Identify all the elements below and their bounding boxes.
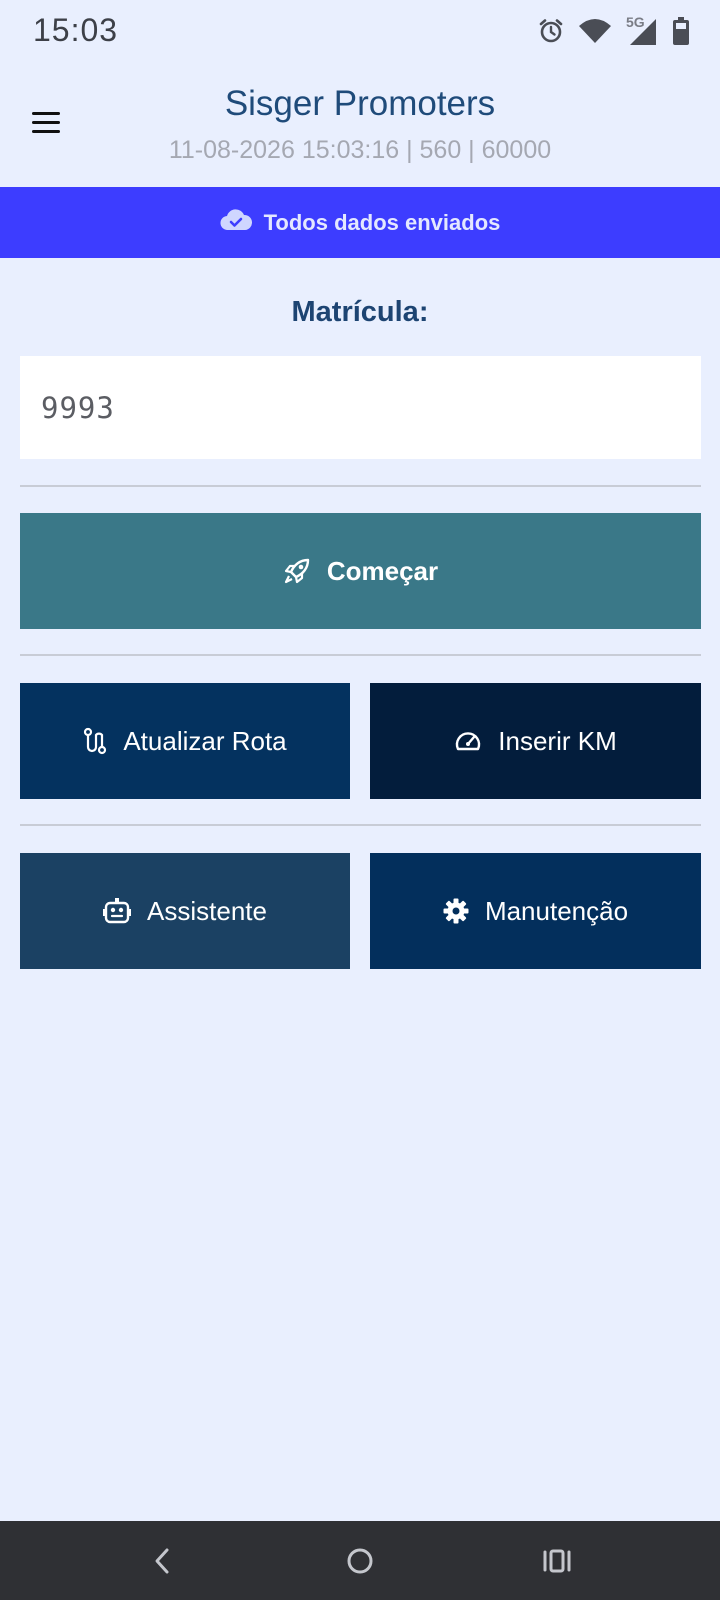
status-time: 15:03 bbox=[33, 12, 119, 48]
status-bar: 15:03 5G bbox=[0, 0, 720, 62]
route-icon bbox=[83, 727, 107, 755]
assistant-button[interactable]: Assistente bbox=[20, 853, 350, 969]
gear-icon bbox=[443, 898, 469, 924]
cloud-check-icon bbox=[220, 209, 252, 236]
update-route-label: Atualizar Rota bbox=[123, 725, 287, 756]
battery-icon bbox=[672, 17, 690, 45]
alarm-icon bbox=[538, 18, 564, 44]
start-button-label: Começar bbox=[326, 555, 439, 586]
rocket-icon bbox=[283, 557, 311, 585]
divider bbox=[20, 485, 701, 487]
insert-km-button[interactable]: Inserir KM bbox=[370, 683, 701, 799]
wifi-icon bbox=[578, 18, 612, 44]
matricula-label: Matrícula: bbox=[291, 296, 429, 328]
app-title: Sisger Promoters bbox=[224, 84, 496, 123]
status-icons: 5G bbox=[538, 14, 690, 46]
sync-status-text: Todos dados enviados bbox=[263, 209, 501, 235]
robot-icon bbox=[103, 898, 132, 924]
app-header: Sisger Promoters 11-08-2026 15:03:16 | 5… bbox=[0, 62, 720, 187]
home-icon[interactable] bbox=[338, 1539, 382, 1583]
divider bbox=[20, 824, 701, 826]
back-icon[interactable] bbox=[140, 1539, 184, 1583]
signal-icon: 5G bbox=[626, 14, 658, 46]
system-nav-bar bbox=[0, 1521, 720, 1600]
assistant-label: Assistente bbox=[147, 895, 267, 926]
insert-km-label: Inserir KM bbox=[498, 725, 617, 756]
matricula-input[interactable] bbox=[20, 356, 701, 459]
maintenance-label: Manutenção bbox=[484, 895, 629, 926]
gauge-icon bbox=[454, 729, 482, 753]
sync-status-banner: Todos dados enviados bbox=[0, 187, 720, 258]
maintenance-button[interactable]: Manutenção bbox=[370, 853, 701, 969]
recents-icon[interactable] bbox=[535, 1539, 579, 1583]
start-button[interactable]: Começar bbox=[20, 513, 701, 629]
network-type-label: 5G bbox=[626, 14, 645, 30]
divider bbox=[20, 654, 701, 656]
update-route-button[interactable]: Atualizar Rota bbox=[20, 683, 350, 799]
header-info: 11-08-2026 15:03:16 | 560 | 60000 bbox=[168, 136, 552, 164]
app-screen: 15:03 5G Sisger Promoters 11-08-2026 15:… bbox=[0, 0, 720, 1600]
